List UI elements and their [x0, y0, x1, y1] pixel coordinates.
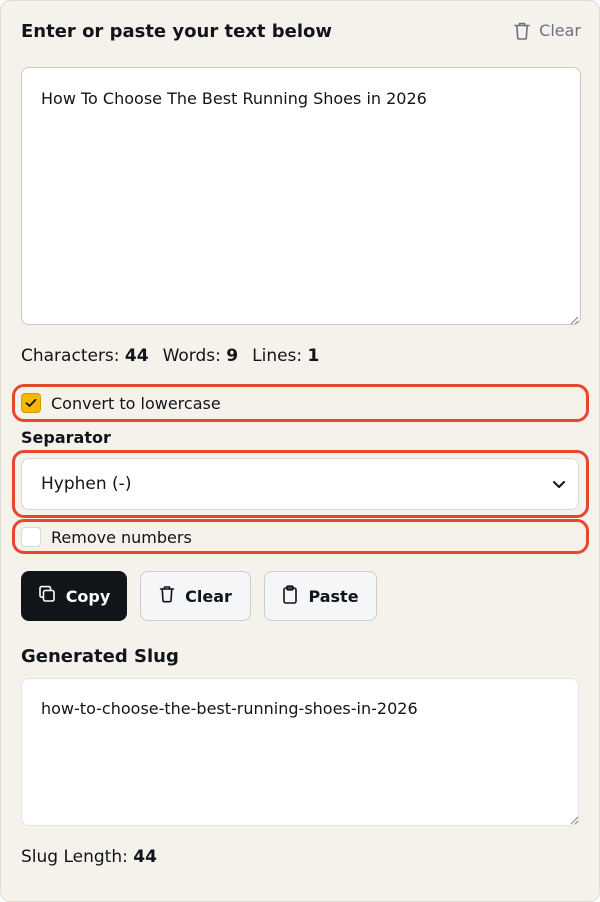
paste-label: Paste: [308, 586, 359, 606]
lowercase-option[interactable]: Convert to lowercase: [21, 393, 221, 413]
paste-button[interactable]: Paste: [264, 571, 377, 621]
words-stat: Words: 9: [162, 346, 239, 366]
remove-numbers-checkbox[interactable]: [21, 527, 41, 547]
words-count: 9: [226, 346, 239, 366]
check-icon: [25, 398, 37, 407]
input-heading: Enter or paste your text below: [21, 21, 333, 42]
copy-label: Copy: [65, 586, 111, 606]
separator-selected-value: Hyphen (-): [41, 474, 132, 494]
slug-text: how-to-choose-the-best-running-shoes-in-…: [41, 699, 418, 718]
text-input[interactable]: How To Choose The Best Running Shoes in …: [21, 67, 581, 325]
remove-numbers-option[interactable]: Remove numbers: [21, 527, 192, 547]
separator-select[interactable]: Hyphen (-): [21, 458, 579, 510]
trash-icon: [513, 21, 531, 40]
header-clear-label: Clear: [539, 21, 581, 40]
slug-generator-panel: Enter or paste your text below Clear How…: [0, 0, 600, 902]
lowercase-checkbox[interactable]: [21, 393, 41, 413]
slug-length: Slug Length: 44: [21, 847, 157, 867]
copy-button[interactable]: Copy: [21, 571, 127, 621]
slug-output[interactable]: how-to-choose-the-best-running-shoes-in-…: [21, 678, 579, 826]
lowercase-label: Convert to lowercase: [51, 393, 221, 413]
copy-icon: [38, 585, 56, 607]
lines-count: 1: [307, 346, 320, 366]
text-stats: Characters: 44 Words: 9 Lines: 1: [21, 346, 319, 366]
generated-slug-heading: Generated Slug: [21, 646, 179, 667]
clear-button[interactable]: Clear: [140, 571, 251, 621]
remove-numbers-label: Remove numbers: [51, 527, 192, 547]
clear-label: Clear: [185, 586, 232, 606]
lines-stat: Lines: 1: [252, 346, 320, 366]
separator-label: Separator: [21, 428, 111, 447]
slug-length-value: 44: [133, 847, 157, 867]
characters-stat: Characters: 44: [21, 346, 149, 366]
chevron-down-icon: [552, 474, 566, 494]
clipboard-icon: [282, 584, 298, 608]
characters-count: 44: [124, 346, 149, 366]
trash-icon: [159, 585, 175, 607]
header-clear-button[interactable]: Clear: [513, 21, 581, 40]
